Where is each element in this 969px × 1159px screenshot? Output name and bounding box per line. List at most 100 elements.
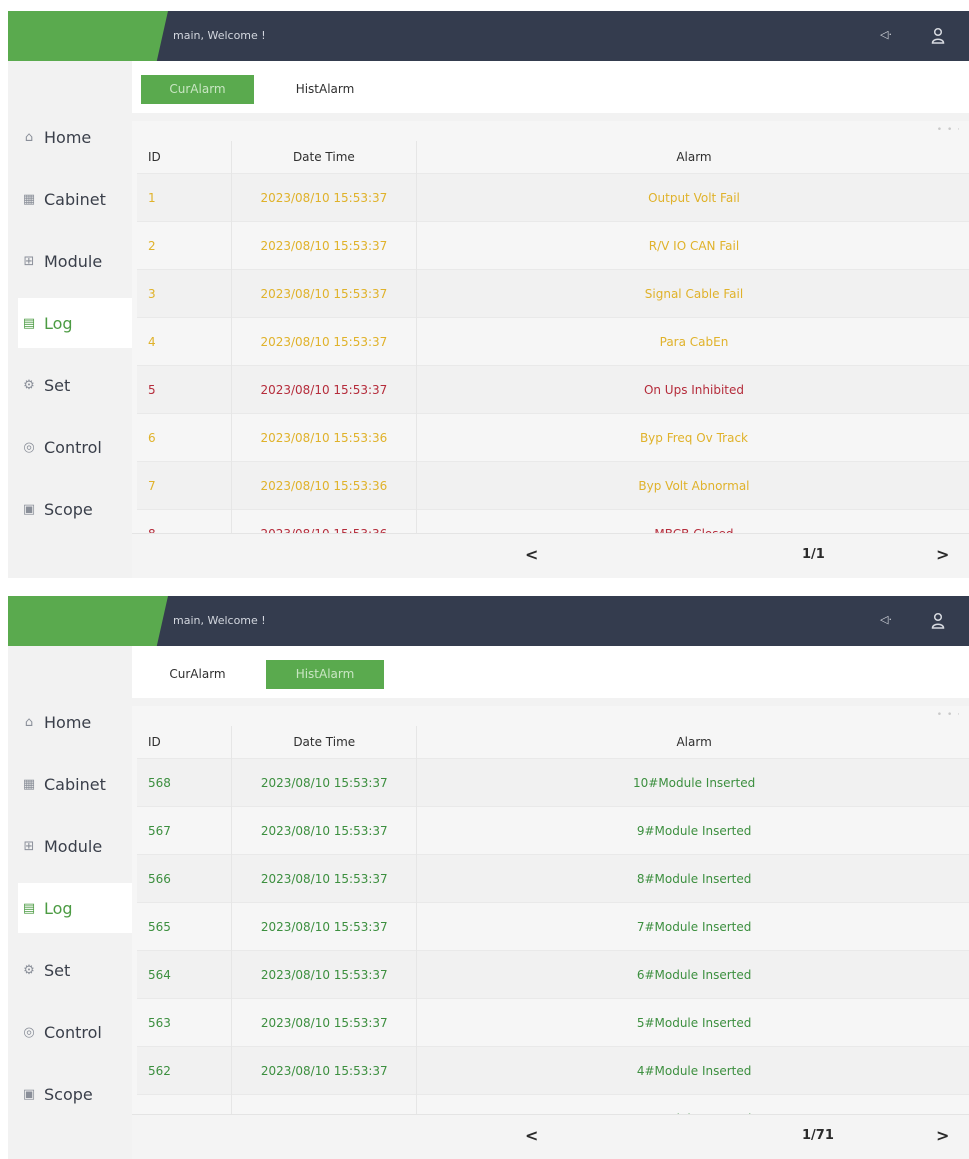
sidebar-item-label: Log [44, 898, 73, 918]
user-icon[interactable] [931, 27, 945, 45]
welcome-text: main, Welcome ! [173, 614, 266, 627]
sidebar-item-cabinet[interactable]: ▦ Cabinet [18, 759, 132, 809]
table-header: ID Date Time Alarm [137, 141, 969, 174]
more-dots-icon: • • · [936, 125, 961, 135]
cabinet-icon: ▦ [22, 191, 36, 207]
datetime-cell: 2023/08/10 15:53:37 [231, 758, 418, 807]
scope-icon: ▣ [22, 501, 36, 517]
table-row[interactable]: 4 2023/08/10 15:53:37 Para CabEn [137, 317, 969, 366]
speaker-icon[interactable]: ◁· [880, 28, 892, 41]
column-header-id: ID [137, 726, 233, 759]
welcome-text: main, Welcome ! [173, 29, 266, 42]
gear-icon: ⚙ [23, 377, 35, 393]
table-row[interactable]: 564 2023/08/10 15:53:37 6#Module Inserted [137, 950, 969, 999]
next-page-icon[interactable]: > [936, 1126, 949, 1145]
sidebar-item-label: Scope [44, 1084, 93, 1104]
scope-icon: ▣ [22, 1086, 36, 1102]
table-row[interactable]: 5 2023/08/10 15:53:37 On Ups Inhibited [137, 365, 969, 414]
tab-bar: CurAlarm HistAlarm [132, 646, 969, 698]
datetime-cell: 2023/08/10 15:53:37 [231, 1046, 418, 1095]
next-page-icon[interactable]: > [936, 545, 949, 564]
table-row[interactable]: 1 2023/08/10 15:53:37 Output Volt Fail [137, 173, 969, 222]
control-icon: ◎ [23, 1024, 35, 1040]
table-row[interactable]: 565 2023/08/10 15:53:37 7#Module Inserted [137, 902, 969, 951]
sidebar-item-label: Home [44, 127, 92, 147]
column-header-alarm: Alarm [676, 735, 712, 749]
page-indicator: 1/71 [802, 1128, 834, 1143]
sidebar-item-module[interactable]: ⊞ Module [18, 236, 132, 286]
sidebar-item-scope[interactable]: ▣ Scope [18, 484, 132, 534]
id-cell: 565 [137, 902, 233, 951]
screenshot-history-alarm: main, Welcome ! ◁· ⌂ Home ▦ Cabinet ⊞ Module ▤ Lo… [8, 596, 969, 1159]
screenshot-current-alarm: main, Welcome ! ◁· ⌂ Home ▦ Cabinet ⊞ Module ▤ Lo… [8, 11, 969, 578]
sidebar-item-home[interactable]: ⌂ Home [18, 697, 132, 747]
id-cell: 7 [137, 461, 232, 510]
prev-page-icon[interactable]: < [525, 1126, 538, 1145]
datetime-cell: 2023/08/10 15:53:37 [231, 317, 417, 366]
alarm-cell: 9#Module Inserted [416, 806, 969, 855]
log-icon: ▤ [22, 315, 36, 331]
table-row[interactable]: 2 2023/08/10 15:53:37 R/V IO CAN Fail [137, 221, 969, 270]
sidebar-item-scope[interactable]: ▣ Scope [18, 1069, 132, 1119]
table-row[interactable]: 6 2023/08/10 15:53:36 Byp Freq Ov Track [137, 413, 969, 462]
column-header-datetime: Date Time [231, 726, 418, 759]
id-cell: 568 [137, 758, 233, 807]
tab-histalarm[interactable]: HistAlarm [266, 660, 384, 689]
sidebar: ⌂ Home ▦ Cabinet ⊞ Module ▤ Log ⚙ Set ◎ Control ▣ Sco… [8, 61, 132, 578]
alarm-cell: Byp Freq Ov Track [416, 413, 969, 462]
id-cell: 1 [137, 173, 232, 222]
sidebar-item-log[interactable]: ▤ Log [18, 883, 132, 933]
id-cell: 3 [137, 269, 232, 318]
prev-page-icon[interactable]: < [525, 545, 538, 564]
pagination: <1/1 > [132, 533, 969, 578]
user-icon[interactable] [931, 612, 945, 630]
tab-curalarm[interactable]: CurAlarm [141, 660, 254, 689]
cabinet-icon: ▦ [22, 776, 36, 792]
table-row[interactable]: 3 2023/08/10 15:53:37 Signal Cable Fail [137, 269, 969, 318]
table-row[interactable]: 562 2023/08/10 15:53:37 4#Module Inserted [137, 1046, 969, 1095]
table-body: 568 2023/08/10 15:53:37 10#Module Inserted… [137, 758, 969, 1142]
tab-histalarm[interactable]: HistAlarm [266, 75, 384, 104]
id-cell: 563 [137, 998, 233, 1047]
sidebar-item-control[interactable]: ◎ Control [18, 422, 132, 472]
sidebar-item-log[interactable]: ▤ Log [18, 298, 132, 348]
top-bar: main, Welcome ! ◁· [8, 596, 969, 646]
alarm-log-panel: • • · ID Date Time Alarm 568 2023/08/10 15:53… [132, 706, 969, 1159]
more-dots-icon: • • · [936, 710, 961, 720]
id-cell: 2 [137, 221, 232, 270]
table-row[interactable]: 568 2023/08/10 15:53:37 10#Module Inserted [137, 758, 969, 807]
brand-logo-block [8, 596, 168, 646]
module-icon: ⊞ [23, 253, 35, 269]
alarm-cell: 6#Module Inserted [416, 950, 969, 999]
table-row[interactable]: 563 2023/08/10 15:53:37 5#Module Inserted [137, 998, 969, 1047]
datetime-cell: 2023/08/10 15:53:37 [231, 998, 418, 1047]
top-bar: main, Welcome ! ◁· [8, 11, 969, 61]
sidebar-item-module[interactable]: ⊞ Module [18, 821, 132, 871]
table-row[interactable]: 7 2023/08/10 15:53:36 Byp Volt Abnormal [137, 461, 969, 510]
tab-curalarm[interactable]: CurAlarm [141, 75, 254, 104]
datetime-cell: 2023/08/10 15:53:37 [231, 365, 417, 414]
datetime-cell: 2023/08/10 15:53:36 [231, 413, 417, 462]
speaker-icon[interactable]: ◁· [880, 613, 892, 626]
brand-logo-block [8, 11, 168, 61]
sidebar-item-set[interactable]: ⚙ Set [18, 945, 132, 995]
alarm-cell: Byp Volt Abnormal [416, 461, 969, 510]
table-row[interactable]: 566 2023/08/10 15:53:37 8#Module Inserted [137, 854, 969, 903]
alarm-cell: Para CabEn [416, 317, 969, 366]
sidebar-item-set[interactable]: ⚙ Set [18, 360, 132, 410]
table-row[interactable]: 567 2023/08/10 15:53:37 9#Module Inserted [137, 806, 969, 855]
sidebar-item-home[interactable]: ⌂ Home [18, 112, 132, 162]
alarm-cell: 10#Module Inserted [416, 758, 969, 807]
datetime-cell: 2023/08/10 15:53:37 [231, 221, 417, 270]
table-header: ID Date Time Alarm [137, 726, 969, 759]
control-icon: ◎ [23, 439, 35, 455]
table-header-row: ID Date Time Alarm [137, 141, 969, 174]
column-header-id: ID [137, 141, 232, 174]
sidebar-item-control[interactable]: ◎ Control [18, 1007, 132, 1057]
id-cell: 4 [137, 317, 232, 366]
alarm-table: ID Date Time Alarm 568 2023/08/10 15:53:37 10… [137, 726, 969, 1142]
alarm-cell: Output Volt Fail [416, 173, 969, 222]
sidebar-item-cabinet[interactable]: ▦ Cabinet [18, 174, 132, 224]
sidebar-item-label: Set [44, 375, 71, 395]
alarm-cell: Signal Cable Fail [416, 269, 969, 318]
